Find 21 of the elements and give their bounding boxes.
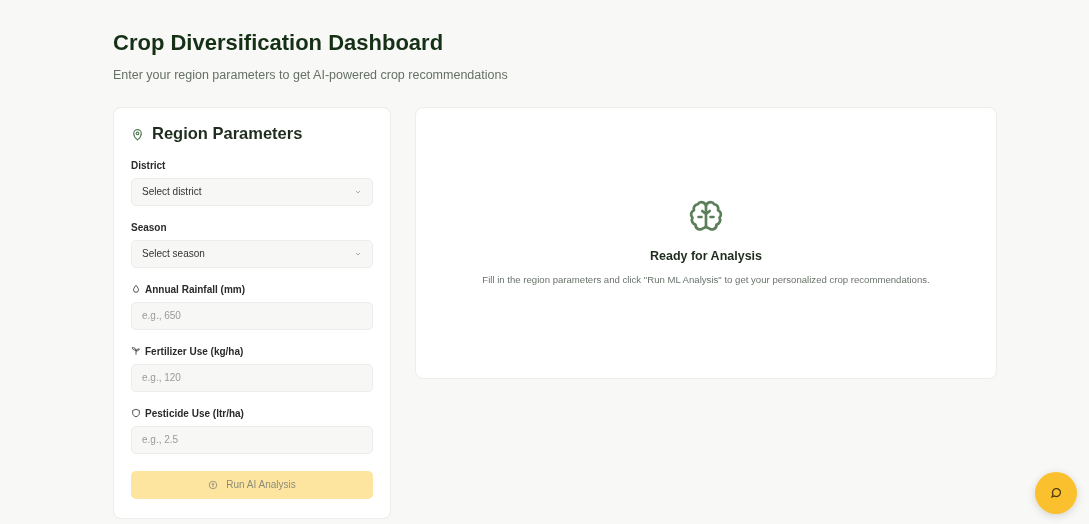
field-label: Pesticide Use (ltr/ha): [145, 406, 244, 421]
form-title: Region Parameters: [152, 124, 303, 144]
shield-icon: [131, 408, 141, 419]
status-title: Ready for Analysis: [649, 248, 763, 266]
chat-button[interactable]: [1035, 472, 1077, 514]
select-dropdown[interactable]: Select district: [131, 177, 373, 206]
field-label: Annual Rainfall (mm): [145, 282, 245, 297]
sprout-icon: [131, 346, 141, 357]
select-dropdown[interactable]: Select season: [131, 239, 373, 268]
status-message: Fill in the region parameters and click "Run ML Analysis" to get your personalized crop recommendations.: [482, 272, 930, 287]
page-subtitle: Enter your region parameters to get AI-powered crop recommendations: [113, 67, 509, 85]
field-label: Season: [131, 220, 167, 235]
input-field[interactable]: e.g., 120: [131, 363, 373, 392]
input-field[interactable]: e.g., 650: [131, 301, 373, 330]
input-field[interactable]: e.g., 2.5: [131, 425, 373, 454]
droplet-icon: [131, 284, 141, 295]
field-label: Fertilizer Use (kg/ha): [145, 344, 244, 359]
chat-icon: [1050, 487, 1062, 499]
location-pin-icon: [131, 127, 144, 141]
page-title: Crop Diversification Dashboard: [113, 30, 445, 57]
field-label: District: [131, 158, 166, 173]
